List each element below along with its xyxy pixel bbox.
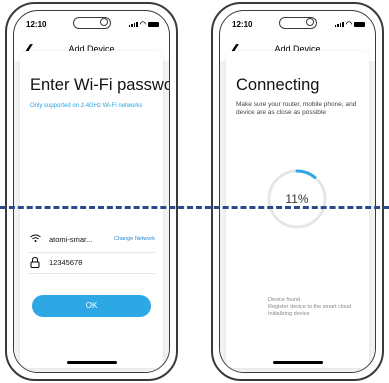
connecting-card: Connecting Make sure your router, mobile… <box>226 51 369 368</box>
phone-frame-right: 12:10 ◠ ❮ Add Device Connecting Make sur… <box>211 2 384 381</box>
step-register-cloud: Register device to the smart cloud <box>268 304 352 310</box>
battery-icon <box>354 21 365 27</box>
wifi-network-row[interactable]: atomi-smar... Change Network <box>28 232 155 253</box>
phone-screen-right: 12:10 ◠ ❮ Add Device Connecting Make sur… <box>219 10 376 373</box>
connecting-description: Make sure your router, mobile phone, and… <box>236 101 357 116</box>
home-indicator <box>272 361 323 364</box>
password-row[interactable]: 12345678 <box>28 255 155 274</box>
step-device-found: Device found <box>268 297 301 303</box>
wifi-card: Enter Wi-Fi password Only supported on 2… <box>20 51 169 368</box>
dashed-divider-line <box>0 206 389 209</box>
change-network-link[interactable]: Change Network <box>114 236 155 242</box>
progress-percent: 11% <box>285 192 309 206</box>
signal-icon <box>128 21 138 27</box>
camera-dot <box>99 18 108 26</box>
status-time: 12:10 <box>232 20 253 29</box>
status-bar: 12:10 ◠ <box>220 15 375 35</box>
password-field[interactable]: 12345678 <box>49 258 82 267</box>
battery-icon <box>148 21 159 27</box>
phone-screen-left: 12:10 ◠ ❮ Add Device Enter Wi-Fi passwor… <box>13 10 170 373</box>
wifi-subheading: Only supported on 2.4GHz Wi-Fi networks <box>30 103 143 109</box>
wifi-status-icon: ◠ <box>345 21 352 28</box>
ok-button[interactable]: OK <box>32 295 151 317</box>
step-initializing: Initializing device <box>268 311 310 317</box>
signal-icon <box>334 21 344 27</box>
wifi-heading: Enter Wi-Fi password <box>30 76 169 94</box>
lock-icon <box>30 256 40 271</box>
camera-dot <box>305 18 314 26</box>
status-time: 12:10 <box>26 20 47 29</box>
wifi-status-icon: ◠ <box>139 21 146 28</box>
phone-frame-left: 12:10 ◠ ❮ Add Device Enter Wi-Fi passwor… <box>5 2 178 381</box>
connection-steps: Device found Register device to the smar… <box>268 297 351 318</box>
wifi-icon <box>30 234 41 246</box>
connecting-heading: Connecting <box>236 76 320 94</box>
wifi-network-name: atomi-smar... <box>49 235 93 244</box>
status-bar: 12:10 ◠ <box>14 15 169 35</box>
home-indicator <box>66 361 117 364</box>
